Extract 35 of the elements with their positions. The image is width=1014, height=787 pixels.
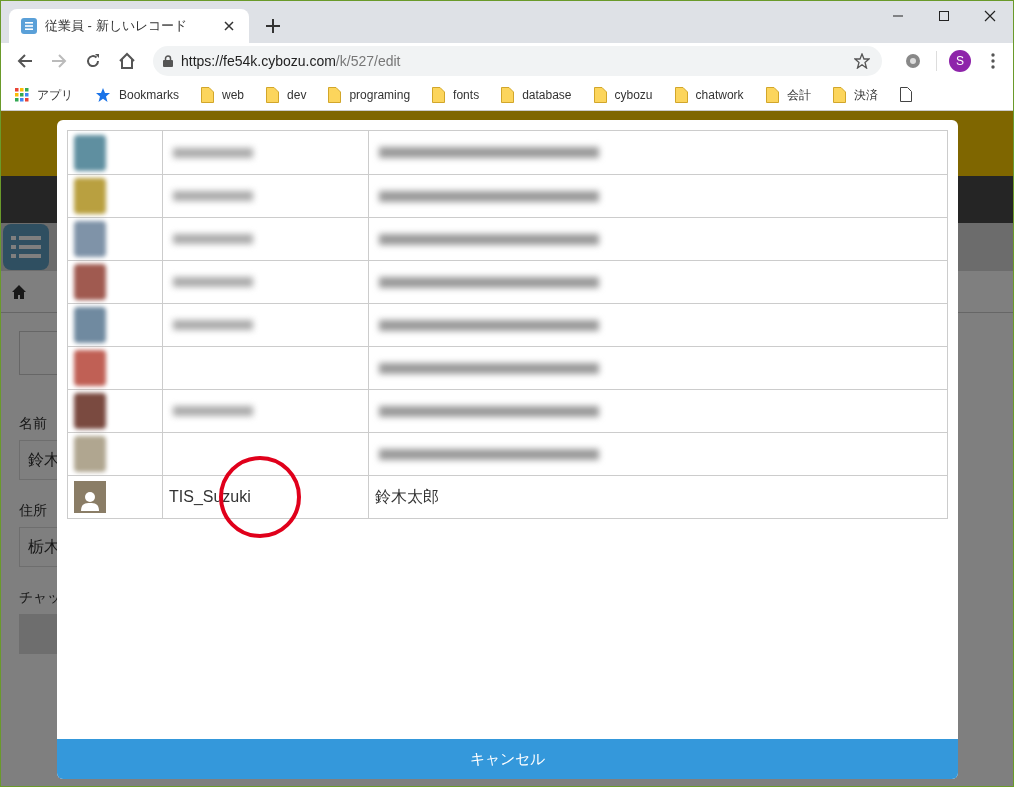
folder-icon: [328, 86, 342, 103]
folder-icon: [432, 86, 446, 103]
folder-icon: [201, 86, 215, 103]
apps-icon: [15, 87, 29, 102]
url-text: https://fe54k.cybozu.com/k/527/edit: [181, 51, 402, 71]
user-name: 鈴木太郎: [375, 487, 439, 507]
bookmark-label: 会計: [786, 86, 811, 104]
user-avatar: [74, 481, 106, 513]
profile-avatar[interactable]: S: [949, 50, 971, 72]
folder-icon: [832, 86, 846, 103]
folder-icon: [593, 86, 607, 103]
bookmark-label: web: [222, 86, 245, 104]
bookmark-label: programing: [349, 86, 411, 104]
bookmark-label: Bookmarks: [119, 86, 180, 104]
star-icon[interactable]: [852, 51, 872, 71]
folder-icon: [266, 86, 280, 103]
home-icon[interactable]: [11, 283, 27, 300]
star-icon: [95, 86, 111, 103]
bookmark-label: cybozu: [614, 86, 653, 104]
bookmark-label: fonts: [453, 86, 480, 104]
folder-icon: [501, 86, 515, 103]
address-bar[interactable]: https://fe54k.cybozu.com/k/527/edit: [153, 46, 882, 76]
lock-icon: [163, 55, 173, 67]
bookmark-label: database: [522, 86, 572, 104]
browser-tab[interactable]: 従業員 - 新しいレコード: [9, 9, 249, 43]
folder-icon: [765, 86, 779, 103]
folder-icon: [674, 86, 688, 103]
bookmark-label: dev: [287, 86, 307, 104]
bookmark-label: chatwork: [695, 86, 744, 104]
bookmark-label: アプリ: [37, 86, 73, 104]
bookmark-label: 決済: [853, 86, 878, 104]
field-label: 住所: [19, 501, 48, 520]
field-label: 名前: [19, 414, 48, 433]
app-icon: [21, 18, 37, 34]
tab-title: 従業員 - 新しいレコード: [45, 17, 188, 36]
